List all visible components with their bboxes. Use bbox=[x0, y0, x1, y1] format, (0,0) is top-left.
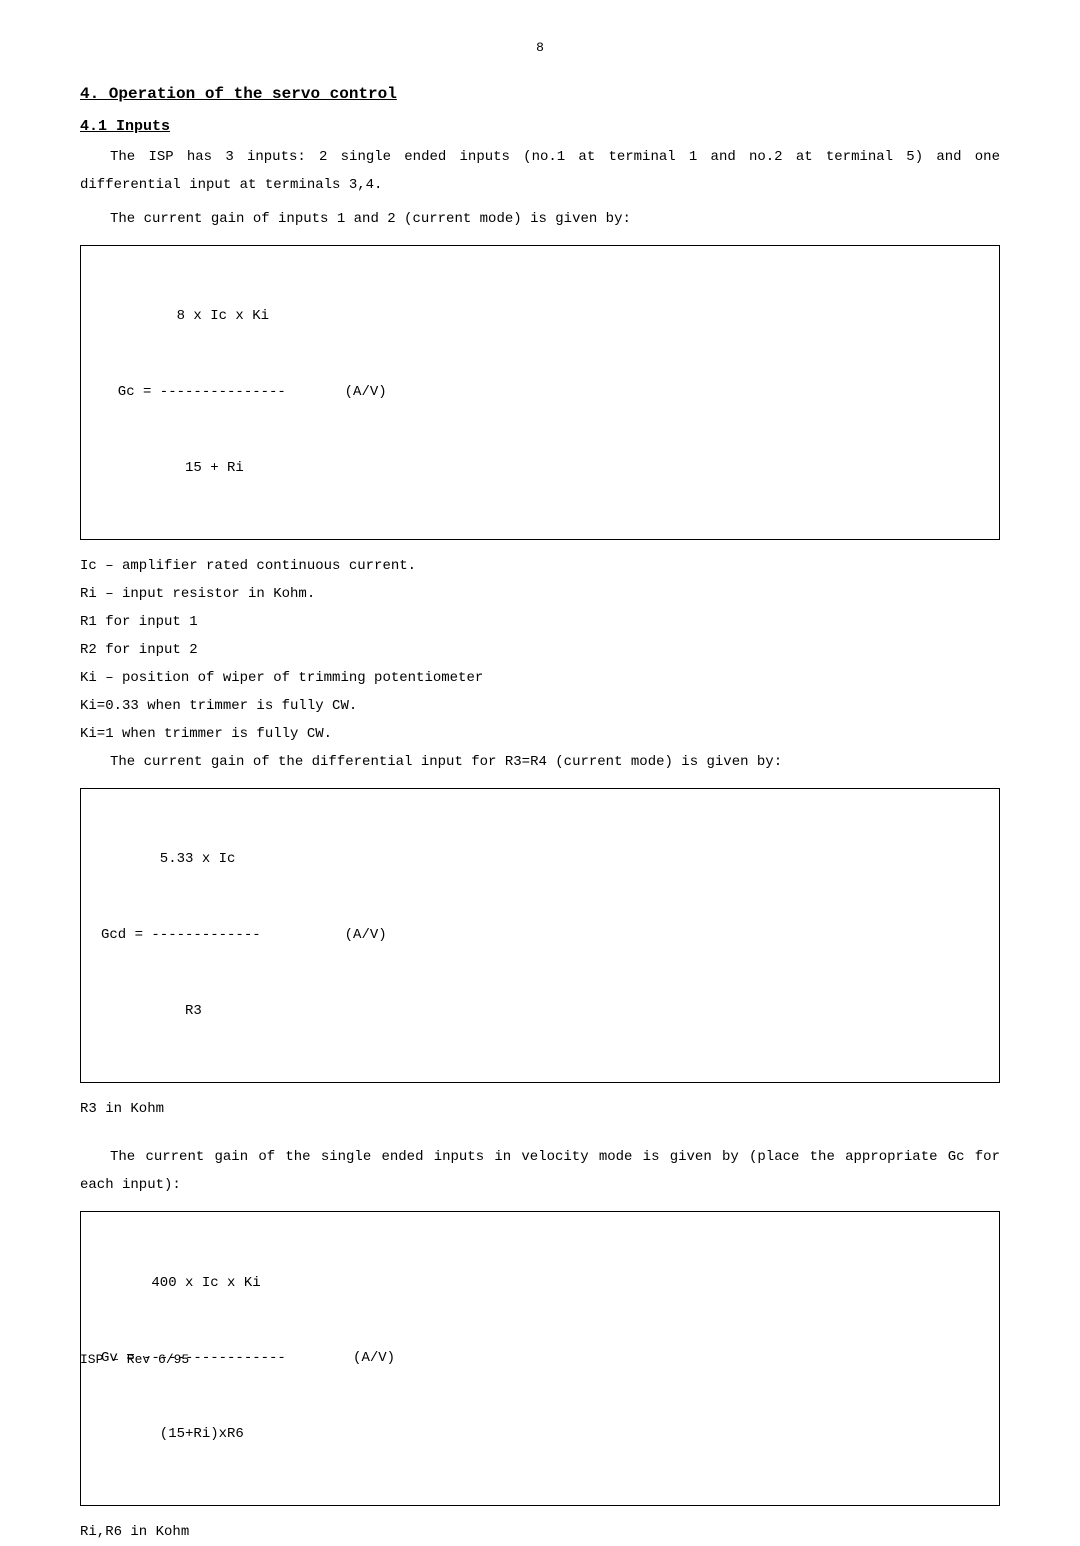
formula2-line1: 5.33 x Ic bbox=[101, 847, 979, 872]
document-page: 8 4. Operation of the servo control 4.1 … bbox=[0, 0, 1080, 1397]
formula-box-3: 400 x Ic x Ki Gv = ----------------- (A/… bbox=[80, 1211, 1000, 1506]
subsection-heading: 4.1 Inputs bbox=[80, 118, 1000, 135]
page-number: 8 bbox=[80, 40, 1000, 55]
def-ki: Ki – position of wiper of trimming poten… bbox=[80, 664, 1000, 692]
paragraph-2: The current gain of inputs 1 and 2 (curr… bbox=[80, 205, 1000, 233]
def-ri: Ri – input resistor in Kohm. bbox=[80, 580, 1000, 608]
formula2-line3: R3 bbox=[101, 999, 979, 1024]
formula3-line2: Gv = ----------------- (A/V) bbox=[101, 1346, 979, 1371]
def-ri-r1: R1 for input 1 bbox=[80, 608, 1000, 636]
formula2-line2: Gcd = ------------- (A/V) bbox=[101, 923, 979, 948]
paragraph-3: The current gain of the differential inp… bbox=[80, 748, 1000, 776]
spacer bbox=[80, 1129, 1000, 1143]
formula-box-1: 8 x Ic x Ki Gc = --------------- (A/V) 1… bbox=[80, 245, 1000, 540]
paragraph-4: The current gain of the single ended inp… bbox=[80, 1143, 1000, 1199]
formula3-line3: (15+Ri)xR6 bbox=[101, 1422, 979, 1447]
definition-list: Ic – amplifier rated continuous current.… bbox=[80, 552, 1000, 748]
formula1-line3: 15 + Ri bbox=[101, 456, 979, 481]
def-ri-r2: R2 for input 2 bbox=[80, 636, 1000, 664]
section-heading: 4. Operation of the servo control bbox=[80, 85, 1000, 103]
paragraph-1: The ISP has 3 inputs: 2 single ended inp… bbox=[80, 143, 1000, 199]
formula-box-2: 5.33 x Ic Gcd = ------------- (A/V) R3 bbox=[80, 788, 1000, 1083]
formula1-line1: 8 x Ic x Ki bbox=[101, 304, 979, 329]
def-ki-a: Ki=0.33 when trimmer is fully CW. bbox=[80, 692, 1000, 720]
def-ki-b: Ki=1 when trimmer is fully CW. bbox=[80, 720, 1000, 748]
formula1-line2: Gc = --------------- (A/V) bbox=[101, 380, 979, 405]
note-r3: R3 in Kohm bbox=[80, 1095, 1000, 1123]
footer: ISP – Rev 6/95 bbox=[80, 1352, 189, 1367]
formula3-line1: 400 x Ic x Ki bbox=[101, 1271, 979, 1296]
note-ri-r6: Ri,R6 in Kohm bbox=[80, 1518, 1000, 1546]
def-ic: Ic – amplifier rated continuous current. bbox=[80, 552, 1000, 580]
